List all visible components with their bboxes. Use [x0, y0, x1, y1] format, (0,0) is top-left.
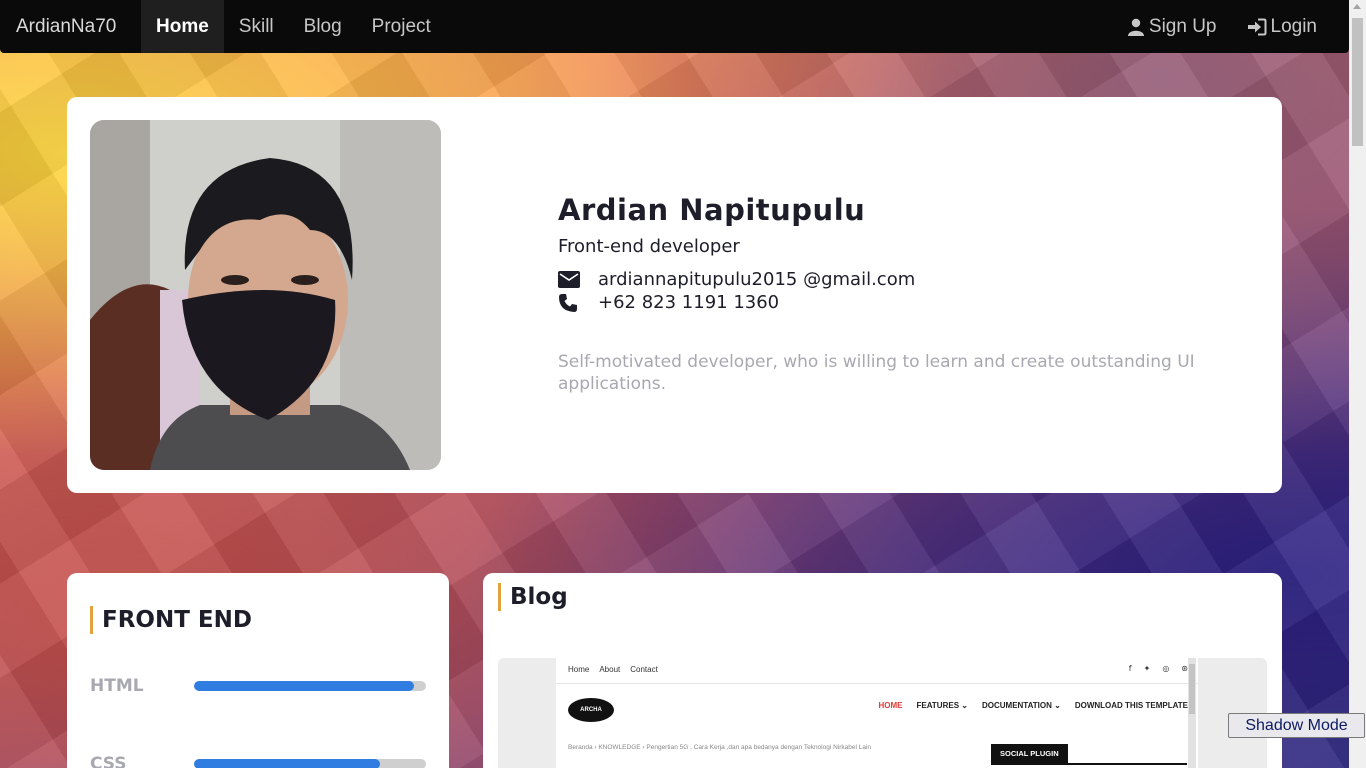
- navbar: ArdianNa70 Home Skill Blog Project Sign …: [0, 0, 1349, 53]
- email-row: ardiannapitupulu2015 @gmail.com: [558, 269, 915, 290]
- skill-progress-bar: [194, 759, 426, 768]
- blog-preview-widget-title: SOCIAL PLUGIN: [991, 744, 1068, 763]
- shadow-mode-button[interactable]: Shadow Mode: [1228, 713, 1365, 738]
- nav-item-skill[interactable]: Skill: [224, 0, 289, 53]
- skill-label: CSS: [90, 754, 127, 768]
- blog-title: Blog: [498, 583, 568, 611]
- preview-nav-contact: Contact: [630, 665, 658, 674]
- skills-title: FRONT END: [90, 606, 252, 634]
- preview-menu-home: HOME: [878, 701, 903, 710]
- facebook-icon: f: [1128, 664, 1132, 673]
- nav-item-home[interactable]: Home: [141, 0, 224, 53]
- skill-progress-bar: [194, 681, 426, 691]
- blog-preview-breadcrumb: Beranda › KNOWLEDGE › Pengertian 5G , Ca…: [568, 744, 872, 751]
- scroll-up-arrow-icon[interactable]: [1353, 4, 1361, 9]
- sign-up-label: Sign Up: [1148, 15, 1217, 37]
- blog-preview-menu: HOME FEATURES ⌄ DOCUMENTATION ⌄ DOWNLOAD…: [879, 701, 1188, 710]
- preview-menu-download: DOWNLOAD THIS TEMPLATE: [1074, 701, 1188, 710]
- profile-role: Front-end developer: [558, 236, 740, 257]
- login-link[interactable]: Login: [1247, 15, 1318, 38]
- profile-info: Ardian Napitupulu Front-end developer ar…: [558, 193, 915, 313]
- nav-item-blog[interactable]: Blog: [289, 0, 357, 53]
- nav-auth-links: Sign Up Login: [1127, 16, 1349, 38]
- blog-preview-screenshot[interactable]: Home About Contact f ✦ ◎ ⊛ ARCHA HOME FE…: [498, 658, 1267, 768]
- envelope-icon: [558, 271, 598, 288]
- blog-preview-topnav: Home About Contact: [568, 665, 658, 674]
- brand-logo[interactable]: ArdianNa70: [0, 16, 141, 38]
- user-icon: [1127, 18, 1144, 36]
- preview-menu-features: FEATURES ⌄: [916, 701, 968, 710]
- skill-row-html: HTML: [90, 676, 426, 696]
- phone-icon: [558, 293, 598, 313]
- skill-progress-fill: [194, 681, 415, 691]
- skills-card: FRONT END HTML CSS: [67, 573, 449, 768]
- sign-in-icon: [1247, 18, 1266, 35]
- page-scrollbar[interactable]: [1349, 0, 1366, 768]
- scrollbar-thumb[interactable]: [1352, 18, 1363, 146]
- profile-photo-image: [90, 120, 441, 470]
- skill-label: HTML: [90, 676, 144, 696]
- sign-up-link[interactable]: Sign Up: [1127, 16, 1217, 38]
- blog-preview-widget-line: [991, 763, 1187, 765]
- profile-photo: [90, 120, 441, 470]
- phone-row: +62 823 1191 1360: [558, 292, 915, 313]
- preview-nav-about: About: [599, 665, 621, 674]
- profile-bio: Self-motivated developer, who is willing…: [558, 352, 1195, 394]
- email-text[interactable]: ardiannapitupulu2015 @gmail.com: [598, 269, 915, 290]
- phone-text[interactable]: +62 823 1191 1360: [598, 292, 779, 313]
- twitter-icon: ✦: [1143, 664, 1151, 673]
- blog-card: Blog Home About Contact f ✦ ◎ ⊛ ARCHA HO…: [483, 573, 1282, 768]
- pinterest-icon: ⊛: [1181, 664, 1188, 673]
- blog-preview-scroll-thumb: [1189, 664, 1195, 714]
- preview-nav-home: Home: [568, 665, 590, 674]
- blog-preview-divider: [556, 683, 1198, 684]
- skill-progress-fill: [194, 759, 380, 768]
- nav-item-project[interactable]: Project: [357, 0, 446, 53]
- instagram-icon: ◎: [1162, 664, 1170, 673]
- blog-preview-page: Home About Contact f ✦ ◎ ⊛ ARCHA HOME FE…: [556, 658, 1198, 768]
- blog-preview-logo: ARCHA: [568, 698, 614, 722]
- profile-card: Ardian Napitupulu Front-end developer ar…: [67, 97, 1282, 493]
- skill-row-css: CSS: [90, 754, 426, 768]
- preview-menu-documentation: DOCUMENTATION ⌄: [981, 701, 1061, 710]
- profile-name: Ardian Napitupulu: [558, 193, 866, 227]
- blog-preview-scrollbar: [1188, 658, 1196, 768]
- login-label: Login: [1270, 15, 1318, 37]
- blog-preview-social: f ✦ ◎ ⊛: [1129, 664, 1188, 673]
